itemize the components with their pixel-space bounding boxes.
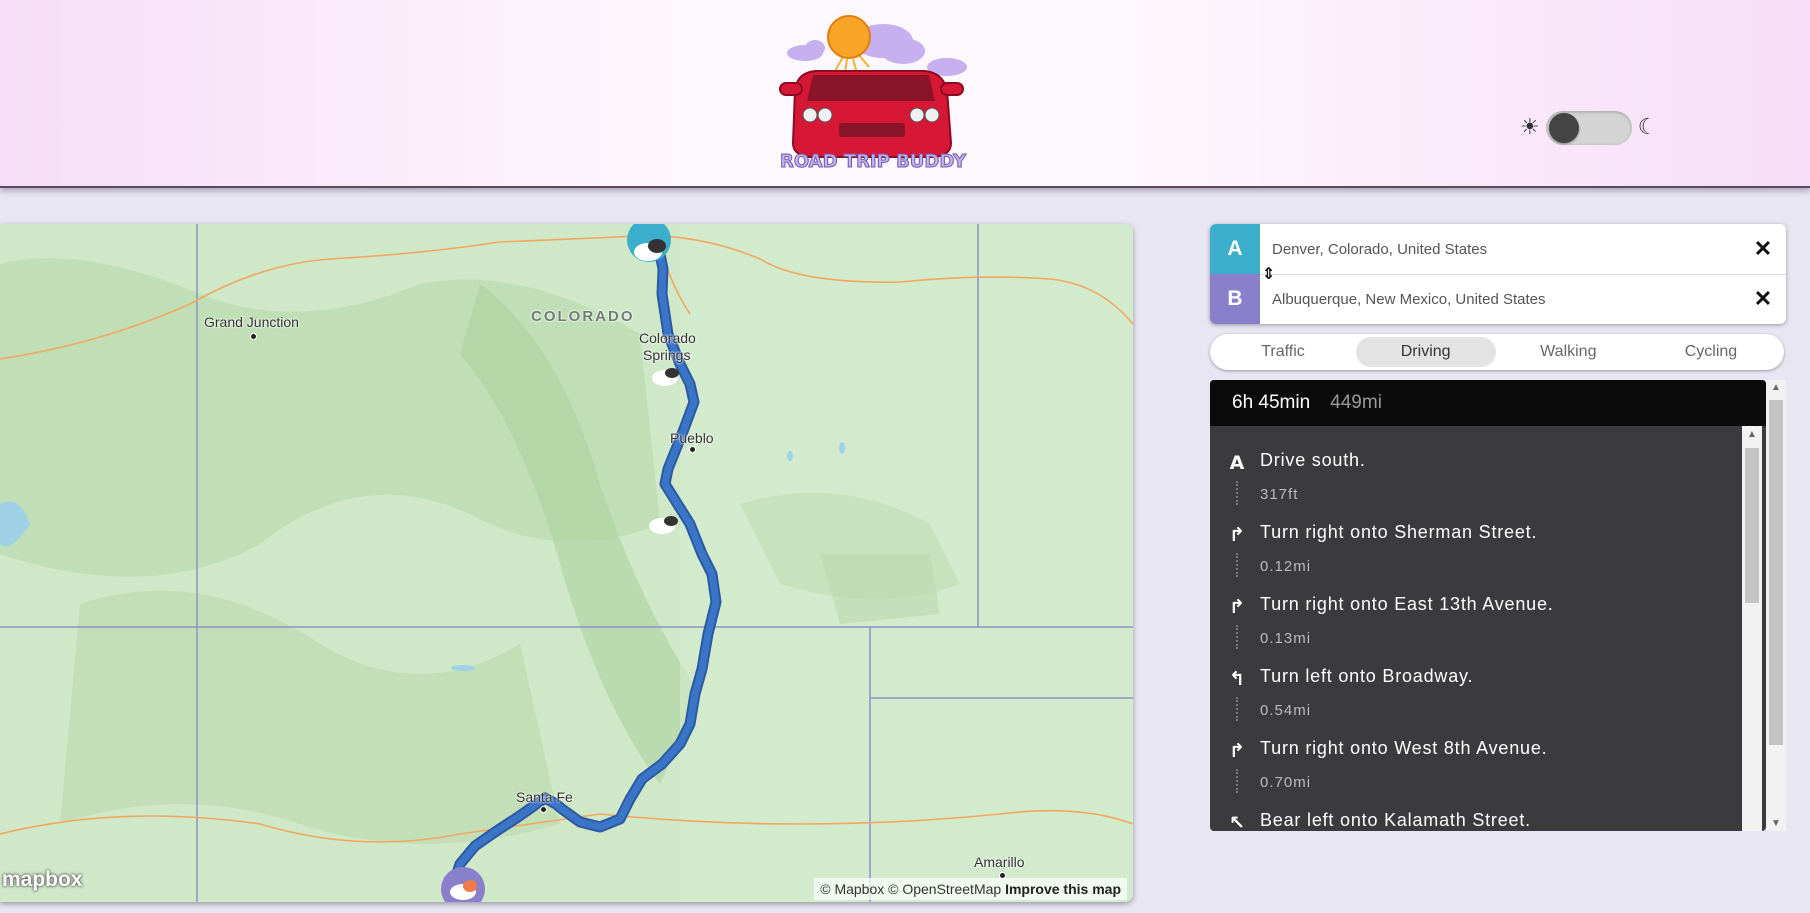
route-distance: 449mi — [1330, 392, 1382, 413]
turn-right-icon: ↱ — [1229, 524, 1245, 546]
direction-step[interactable]: ↱ Turn right onto East 13th Avenue. 0.13… — [1210, 570, 1742, 649]
tab-walking[interactable]: Walking — [1498, 337, 1638, 367]
panel-scrollbar[interactable]: ▲ ▼ — [1766, 380, 1786, 831]
steps-scrollbar[interactable]: ▲ — [1742, 426, 1762, 831]
city-label-santa-fe: Santa Fe — [516, 789, 573, 805]
directions-panel: 6h 45min 449mi A Drive south. 317ft ↱ Tu… — [1210, 380, 1766, 831]
direction-step[interactable]: ↰ Turn left onto Broadway. 0.54mi — [1210, 642, 1742, 721]
origin-marker-label: A — [1210, 224, 1260, 274]
moon-icon: ☾ — [1637, 115, 1658, 140]
sun-icon: ☀ — [1520, 115, 1540, 140]
improve-map-link[interactable]: Improve this map — [1005, 881, 1121, 897]
tab-driving[interactable]: Driving — [1355, 337, 1496, 367]
city-dot — [689, 446, 696, 453]
turn-right-icon: ↱ — [1229, 596, 1245, 618]
direction-steps[interactable]: A Drive south. 317ft ↱ Turn right onto S… — [1210, 426, 1742, 831]
state-label-colorado: COLORADO — [531, 308, 635, 325]
route-duration: 6h 45min — [1232, 392, 1311, 413]
city-label-grand-junction: Grand Junction — [204, 314, 299, 330]
logo-text: ROAD TRIP BUDDY — [780, 151, 967, 172]
travel-profile-tabs: Traffic Driving Walking Cycling — [1210, 334, 1784, 370]
step-instruction: Bear left onto Kalamath Street. — [1260, 810, 1531, 830]
map-attribution: © Mapbox © OpenStreetMap Improve this ma… — [814, 878, 1127, 900]
city-label-pueblo: Pueblo — [670, 430, 714, 446]
clear-origin-button[interactable]: ✕ — [1740, 236, 1786, 262]
direction-step[interactable]: A Drive south. 317ft — [1210, 426, 1742, 505]
dark-mode-switch[interactable] — [1545, 111, 1632, 145]
tab-traffic[interactable]: Traffic — [1213, 337, 1353, 367]
road-trip-buddy-logo[interactable]: ROAD TRIP BUDDY — [775, 15, 971, 180]
attribution-text[interactable]: © Mapbox © OpenStreetMap — [820, 881, 1001, 897]
mapbox-logo[interactable]: mapbox — [2, 868, 83, 892]
city-dot — [540, 806, 547, 813]
origin-row: A ✕ — [1210, 224, 1786, 275]
step-instruction: Drive south. — [1260, 450, 1366, 470]
start-marker-icon: A — [1229, 452, 1245, 474]
step-instruction: Turn right onto West 8th Avenue. — [1260, 738, 1548, 758]
switch-knob[interactable] — [1548, 113, 1579, 143]
scroll-up-icon[interactable]: ▲ — [1742, 429, 1762, 440]
clear-destination-button[interactable]: ✕ — [1740, 286, 1786, 312]
scroll-up-icon[interactable]: ▲ — [1766, 382, 1786, 393]
panel-scroll-thumb[interactable] — [1769, 400, 1783, 745]
theme-toggle[interactable]: ☀ ☾ — [1520, 110, 1657, 146]
destination-input[interactable] — [1260, 290, 1740, 308]
city-dot — [250, 333, 257, 340]
city-label-amarillo: Amarillo — [974, 854, 1025, 870]
steps-scroll-thumb[interactable] — [1745, 448, 1759, 603]
destination-marker-label: B — [1210, 274, 1260, 324]
step-instruction: Turn right onto Sherman Street. — [1260, 522, 1538, 542]
turn-right-icon: ↱ — [1229, 740, 1245, 762]
route-map[interactable]: COLORADO Grand Junction Colorado Springs… — [0, 224, 1133, 902]
tab-cycling[interactable]: Cycling — [1641, 337, 1781, 367]
step-instruction: Turn left onto Broadway. — [1260, 666, 1474, 686]
destination-row: B ✕ — [1210, 274, 1786, 324]
reverse-route-icon[interactable]: ⇕ — [1262, 264, 1275, 283]
city-label-colorado-springs-line2: Springs — [643, 347, 691, 363]
city-label-colorado-springs-line1: Colorado — [639, 330, 696, 346]
app-header: ROAD TRIP BUDDY ☀ ☾ — [0, 0, 1810, 188]
scroll-down-icon[interactable]: ▼ — [1766, 818, 1786, 829]
route-inputs: A ✕ B ✕ — [1210, 224, 1786, 324]
direction-step[interactable]: ↖ Bear left onto Kalamath Street. — [1210, 786, 1742, 831]
turn-left-icon: ↰ — [1229, 668, 1245, 690]
direction-step[interactable]: ↱ Turn right onto Sherman Street. 0.12mi — [1210, 498, 1742, 577]
bear-left-icon: ↖ — [1229, 812, 1245, 831]
step-instruction: Turn right onto East 13th Avenue. — [1260, 594, 1554, 614]
direction-step[interactable]: ↱ Turn right onto West 8th Avenue. 0.70m… — [1210, 714, 1742, 793]
route-summary: 6h 45min 449mi — [1210, 380, 1766, 426]
origin-input[interactable] — [1260, 240, 1740, 258]
